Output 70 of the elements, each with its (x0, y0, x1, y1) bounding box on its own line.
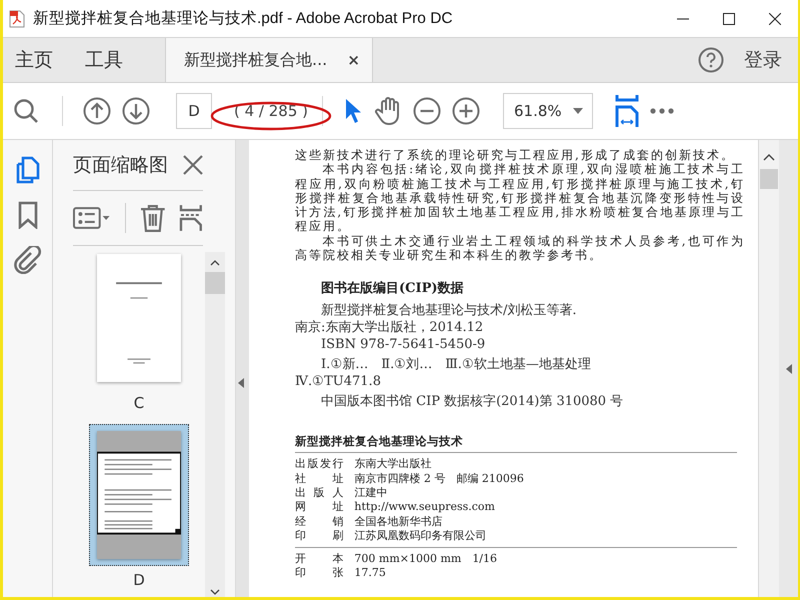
page-thumbnails-icon[interactable] (16, 156, 40, 184)
body-paragraph: 本书内容包括:绪论,双向搅拌桩技术原理,双向湿喷桩施工技术与工程应用,双向粉喷桩施工技术与工程应用,钉形搅拌桩原理与施工技术,钉形搅拌桩复合地基承载特性研究,钉形搅拌桩复合地基沉降变形特性与设计方法,钉形搅拌桩加固软土地基工程应用,排水粉喷桩复合地基原理与工程应用。 (295, 162, 745, 234)
body-paragraph: 本书可供土木交通行业岩土工程领域的科学技术人员参考,也可作为高等院校相关专业研究生和本科生的教学参考书。 (295, 234, 745, 262)
window-title: 新型搅拌桩复合地基理论与技术.pdf - Adobe Acrobat Pro DC (33, 9, 453, 29)
expand-arrow-icon[interactable] (786, 364, 792, 374)
cip-heading: 图书在版编目(CIP)数据 (321, 280, 465, 298)
cip-line: Ⅰ.①新… Ⅱ.①刘… Ⅲ.①软土地基—地基处理 (320, 356, 592, 374)
paperclip-icon[interactable] (14, 246, 42, 274)
caret-icon (573, 108, 583, 114)
colophon-label: 印 张 (295, 566, 344, 581)
thumbnail-options-icon[interactable] (73, 207, 111, 229)
cip-line: 新型搅拌桩复合地基理论与技术/刘松玉等著. (320, 302, 578, 320)
page-thumbnail[interactable] (89, 424, 189, 566)
next-page-icon[interactable] (122, 97, 150, 125)
colophon-value: http://www.seupress.com (354, 500, 495, 515)
zoom-out-icon[interactable] (413, 97, 441, 125)
tab-close-button[interactable]: × (347, 51, 360, 69)
cip-line: 中国版本图书馆 CIP 数据核字(2014)第 310080 号 (320, 393, 624, 410)
colophon-label: 印 刷 (295, 528, 344, 544)
help-icon[interactable] (698, 47, 724, 73)
page-label: D (133, 571, 145, 589)
nav-tab[interactable]: 主页 (3, 38, 65, 82)
scrollbar-thumb[interactable] (760, 169, 778, 189)
colophon-label: 经 销 (295, 514, 344, 529)
colophon-label: 社 址 (295, 472, 344, 486)
scroll-up-icon[interactable] (763, 154, 775, 161)
hand-tool-icon[interactable] (374, 96, 402, 126)
body-paragraph: 这些新技术进行了系统的理论研究与工程应用,形成了成套的创新技术。 (295, 148, 736, 162)
cip-line: 南京:东南大学出版社，2014.12 (295, 319, 484, 336)
tab-title[interactable]: 新型搅拌桩复合地... (184, 50, 328, 70)
zoom-in-icon[interactable] (452, 97, 480, 125)
cip-line: ISBN 978-7-5641-5450-9 (320, 336, 486, 354)
colophon-value: 江建中 (354, 486, 388, 500)
previous-page-icon[interactable] (83, 97, 111, 125)
extract-pages-icon[interactable] (179, 204, 203, 232)
colophon-value: 江苏凤凰数码印务有限公司 (354, 528, 486, 544)
panel-title: 页面缩略图 (73, 153, 168, 178)
pdf-file-icon (9, 10, 25, 28)
colophon-value: 700 mm×1000 mm 1/16 (354, 552, 498, 566)
scrollbar[interactable] (205, 252, 225, 597)
collapse-arrow-icon[interactable] (238, 378, 244, 388)
search-icon[interactable] (13, 98, 39, 124)
cip-line: Ⅳ.①TU471.8 (295, 373, 382, 390)
colophon-value: 南京市四牌楼 2 号 邮编 210096 (354, 472, 524, 486)
page-number-field[interactable]: D (176, 93, 212, 129)
maximize-icon[interactable] (723, 12, 735, 24)
book-title: 新型搅拌桩复合地基理论与技术 (295, 434, 464, 448)
trash-icon[interactable] (140, 204, 166, 232)
zoom-dropdown[interactable]: 61.8% (503, 93, 593, 129)
select-tool-icon[interactable] (343, 97, 363, 125)
page-label: C (134, 394, 144, 412)
colophon-label: 出版发行 (295, 457, 344, 472)
bookmark-icon[interactable] (18, 201, 38, 229)
colophon-value: 东南大学出版社 (354, 457, 432, 472)
colophon-value: 全国各地新华书店 (354, 514, 442, 529)
scrollbar-thumb[interactable] (205, 272, 225, 294)
colophon-label: 网 址 (295, 500, 344, 515)
sign-in-link[interactable]: 登录 (744, 38, 782, 82)
nav-tab[interactable]: 工具 (73, 38, 135, 82)
close-icon[interactable] (769, 12, 781, 24)
colophon-label: 出 版 人 (295, 486, 344, 500)
colophon-value: 17.75 (354, 566, 386, 581)
close-panel-icon[interactable] (183, 155, 203, 175)
colophon-label: 开 本 (295, 552, 344, 566)
scroll-up-icon[interactable] (210, 260, 220, 266)
scrollbar[interactable] (758, 140, 779, 597)
fit-width-icon[interactable] (615, 95, 639, 127)
scroll-down-icon[interactable] (210, 589, 220, 595)
more-options-icon[interactable] (650, 108, 674, 114)
document-tab[interactable]: 新型搅拌桩复合地... × (165, 38, 373, 82)
